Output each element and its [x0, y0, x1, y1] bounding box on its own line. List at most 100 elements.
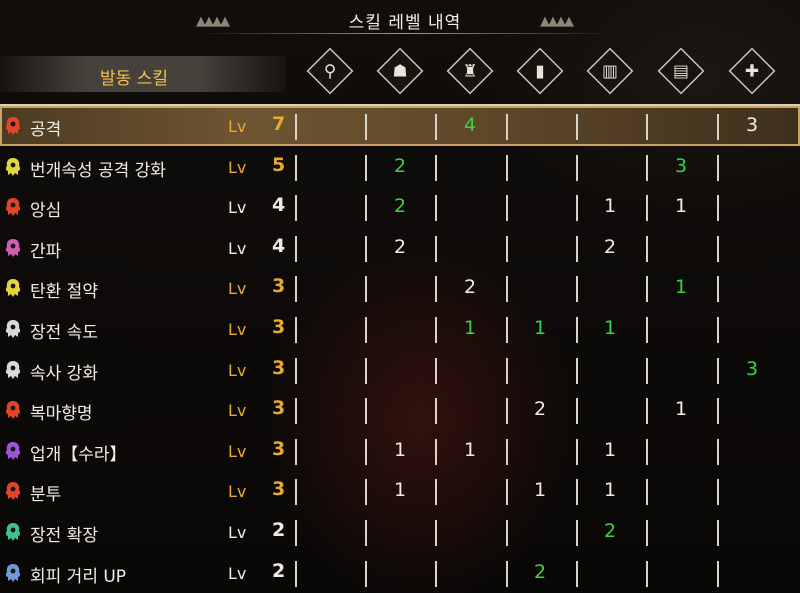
- column-divider: [646, 398, 648, 425]
- column-divider: [295, 154, 297, 181]
- skill-row[interactable]: 탄환 절약 Lv 3 2 1: [0, 268, 800, 308]
- skill-icon: [5, 198, 21, 217]
- skill-level-value: 3: [272, 397, 286, 420]
- column-divider: [435, 114, 437, 140]
- column-divider: [365, 560, 367, 587]
- skill-name: 회피 거리 UP: [30, 566, 127, 587]
- column-divider: [576, 195, 578, 222]
- skill-row[interactable]: 복마향명 Lv 3 2 1: [0, 390, 800, 430]
- column-divider: [506, 438, 508, 465]
- equipment-skill-points: 1: [674, 195, 688, 218]
- column-divider: [506, 195, 508, 222]
- column-divider: [576, 317, 578, 343]
- column-divider: [365, 438, 367, 465]
- column-divider: [646, 195, 648, 222]
- skill-name: 업개【수라】: [30, 444, 127, 465]
- column-divider: [365, 398, 367, 425]
- column-divider: [506, 479, 508, 506]
- skill-row-selected[interactable]: 공격 Lv 7 4 3: [0, 106, 800, 146]
- column-divider: [576, 560, 578, 587]
- waist-icon: ▥: [586, 47, 634, 95]
- column-divider: [646, 560, 648, 587]
- skill-row[interactable]: 장전 속도 Lv 3 1 1 1: [0, 309, 800, 349]
- column-divider: [295, 560, 297, 587]
- skill-row[interactable]: 간파 Lv 4 2 2: [0, 228, 800, 268]
- skill-name: 탄환 절약: [30, 282, 98, 303]
- column-divider: [646, 154, 648, 181]
- title-deco-right: ▲▲▲▲: [540, 14, 574, 29]
- column-divider: [576, 114, 578, 140]
- equipment-skill-points: 2: [533, 560, 547, 583]
- skill-icon: [5, 157, 21, 176]
- equipment-skill-points: 2: [533, 398, 547, 421]
- level-label: Lv: [228, 360, 247, 380]
- column-divider: [295, 195, 297, 222]
- column-divider: [435, 235, 437, 262]
- column-divider: [295, 276, 297, 303]
- level-label: Lv: [228, 117, 247, 136]
- equipment-skill-points: 1: [603, 317, 617, 339]
- skill-icon: [5, 523, 21, 541]
- skill-row[interactable]: 번개속성 공격 강화 Lv 5 2 3: [0, 147, 800, 187]
- column-divider: [717, 398, 719, 425]
- column-divider: [365, 195, 367, 222]
- column-divider: [576, 357, 578, 384]
- level-label: Lv: [228, 523, 247, 542]
- equipment-skill-points: 1: [533, 479, 547, 502]
- title-underline: [195, 33, 615, 34]
- column-divider: [717, 195, 719, 222]
- equipment-skill-points: 2: [603, 520, 617, 542]
- equipment-skill-points: 3: [745, 114, 759, 136]
- column-divider: [295, 114, 297, 140]
- column-divider: [646, 317, 648, 343]
- column-divider: [435, 154, 437, 181]
- skill-level-value: 3: [272, 356, 286, 379]
- skill-row[interactable]: 장전 확장 Lv 2 2: [0, 512, 800, 552]
- column-divider: [435, 479, 437, 506]
- equipment-skill-points: 3: [674, 154, 688, 177]
- skill-level-value: 5: [272, 153, 286, 176]
- charm-icon: ✚: [728, 47, 776, 95]
- equipment-skill-points: 4: [463, 114, 477, 136]
- equipment-skill-points: 3: [745, 357, 759, 380]
- column-divider: [295, 398, 297, 425]
- column-divider: [646, 438, 648, 465]
- equipment-skill-points: 1: [603, 438, 617, 461]
- weapon-icon: ⚲: [306, 47, 354, 95]
- title-deco-left: ▲▲▲▲: [196, 14, 230, 29]
- skill-level-value: 3: [272, 437, 286, 460]
- level-label: Lv: [228, 157, 247, 177]
- column-divider: [506, 276, 508, 303]
- skill-level-value: 2: [272, 519, 286, 541]
- skill-row[interactable]: 회피 거리 UP Lv 2 2: [0, 553, 800, 593]
- column-divider: [506, 114, 508, 140]
- level-label: Lv: [228, 441, 247, 461]
- level-label: Lv: [228, 401, 247, 421]
- column-divider: [506, 235, 508, 262]
- column-divider: [506, 560, 508, 587]
- column-divider: [365, 154, 367, 181]
- equipment-skill-points: 1: [393, 438, 407, 461]
- column-divider: [506, 398, 508, 425]
- column-divider: [717, 560, 719, 587]
- skill-row[interactable]: 앙심 Lv 4 2 1 1: [0, 187, 800, 227]
- column-divider: [646, 520, 648, 546]
- skill-row[interactable]: 분투 Lv 3 1 1 1: [0, 471, 800, 511]
- skill-row[interactable]: 업개【수라】 Lv 3 1 1 1: [0, 431, 800, 471]
- skill-name: 공격: [30, 120, 62, 140]
- column-divider: [717, 114, 719, 140]
- skill-icon: [5, 238, 21, 257]
- equipment-skill-points: 1: [603, 479, 617, 502]
- skill-row[interactable]: 속사 강화 Lv 3 3: [0, 350, 800, 390]
- skill-name: 분투: [30, 485, 62, 506]
- skill-level-value: 3: [272, 316, 286, 338]
- skill-name: 장전 확장: [30, 526, 98, 546]
- column-divider: [576, 479, 578, 506]
- column-divider: [646, 235, 648, 262]
- column-divider: [295, 235, 297, 262]
- column-divider: [576, 438, 578, 465]
- column-divider: [435, 560, 437, 587]
- column-divider: [295, 317, 297, 343]
- arms-icon: ▮: [516, 47, 564, 95]
- column-divider: [365, 317, 367, 343]
